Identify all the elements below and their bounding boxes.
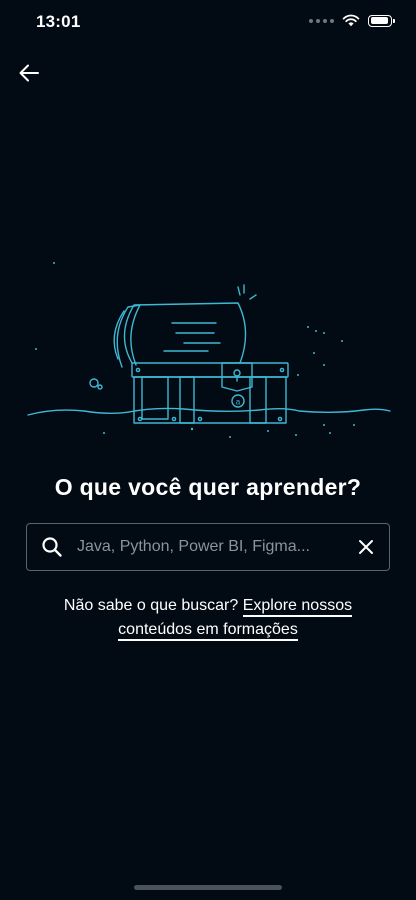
helper-prompt: Não sabe o que buscar? <box>63 597 243 614</box>
search-input[interactable] <box>75 524 343 570</box>
battery-level <box>370 17 388 24</box>
clear-search-button[interactable] <box>343 524 389 570</box>
wifi-icon <box>342 14 360 27</box>
home-indicator <box>134 885 282 890</box>
page-title: O que você quer aprender? <box>54 474 362 500</box>
close-icon <box>359 540 373 554</box>
status-bar: 13:01 <box>0 0 416 44</box>
treasure-chest-illustration: a <box>27 262 391 438</box>
svg-text:a: a <box>236 398 241 407</box>
search-screen: 13:01 a O que você quer aprender? Java, … <box>0 0 416 900</box>
search-icon <box>27 536 75 558</box>
status-icons <box>309 14 395 27</box>
arrow-left-icon <box>19 64 39 82</box>
cellular-signal-icon <box>309 18 334 23</box>
helper-text: Não sabe o que buscar? Explore nossos co… <box>40 594 376 642</box>
status-time: 13:01 <box>36 12 81 31</box>
back-button[interactable] <box>14 58 44 88</box>
battery-icon <box>368 14 395 27</box>
search-box[interactable] <box>26 523 390 571</box>
